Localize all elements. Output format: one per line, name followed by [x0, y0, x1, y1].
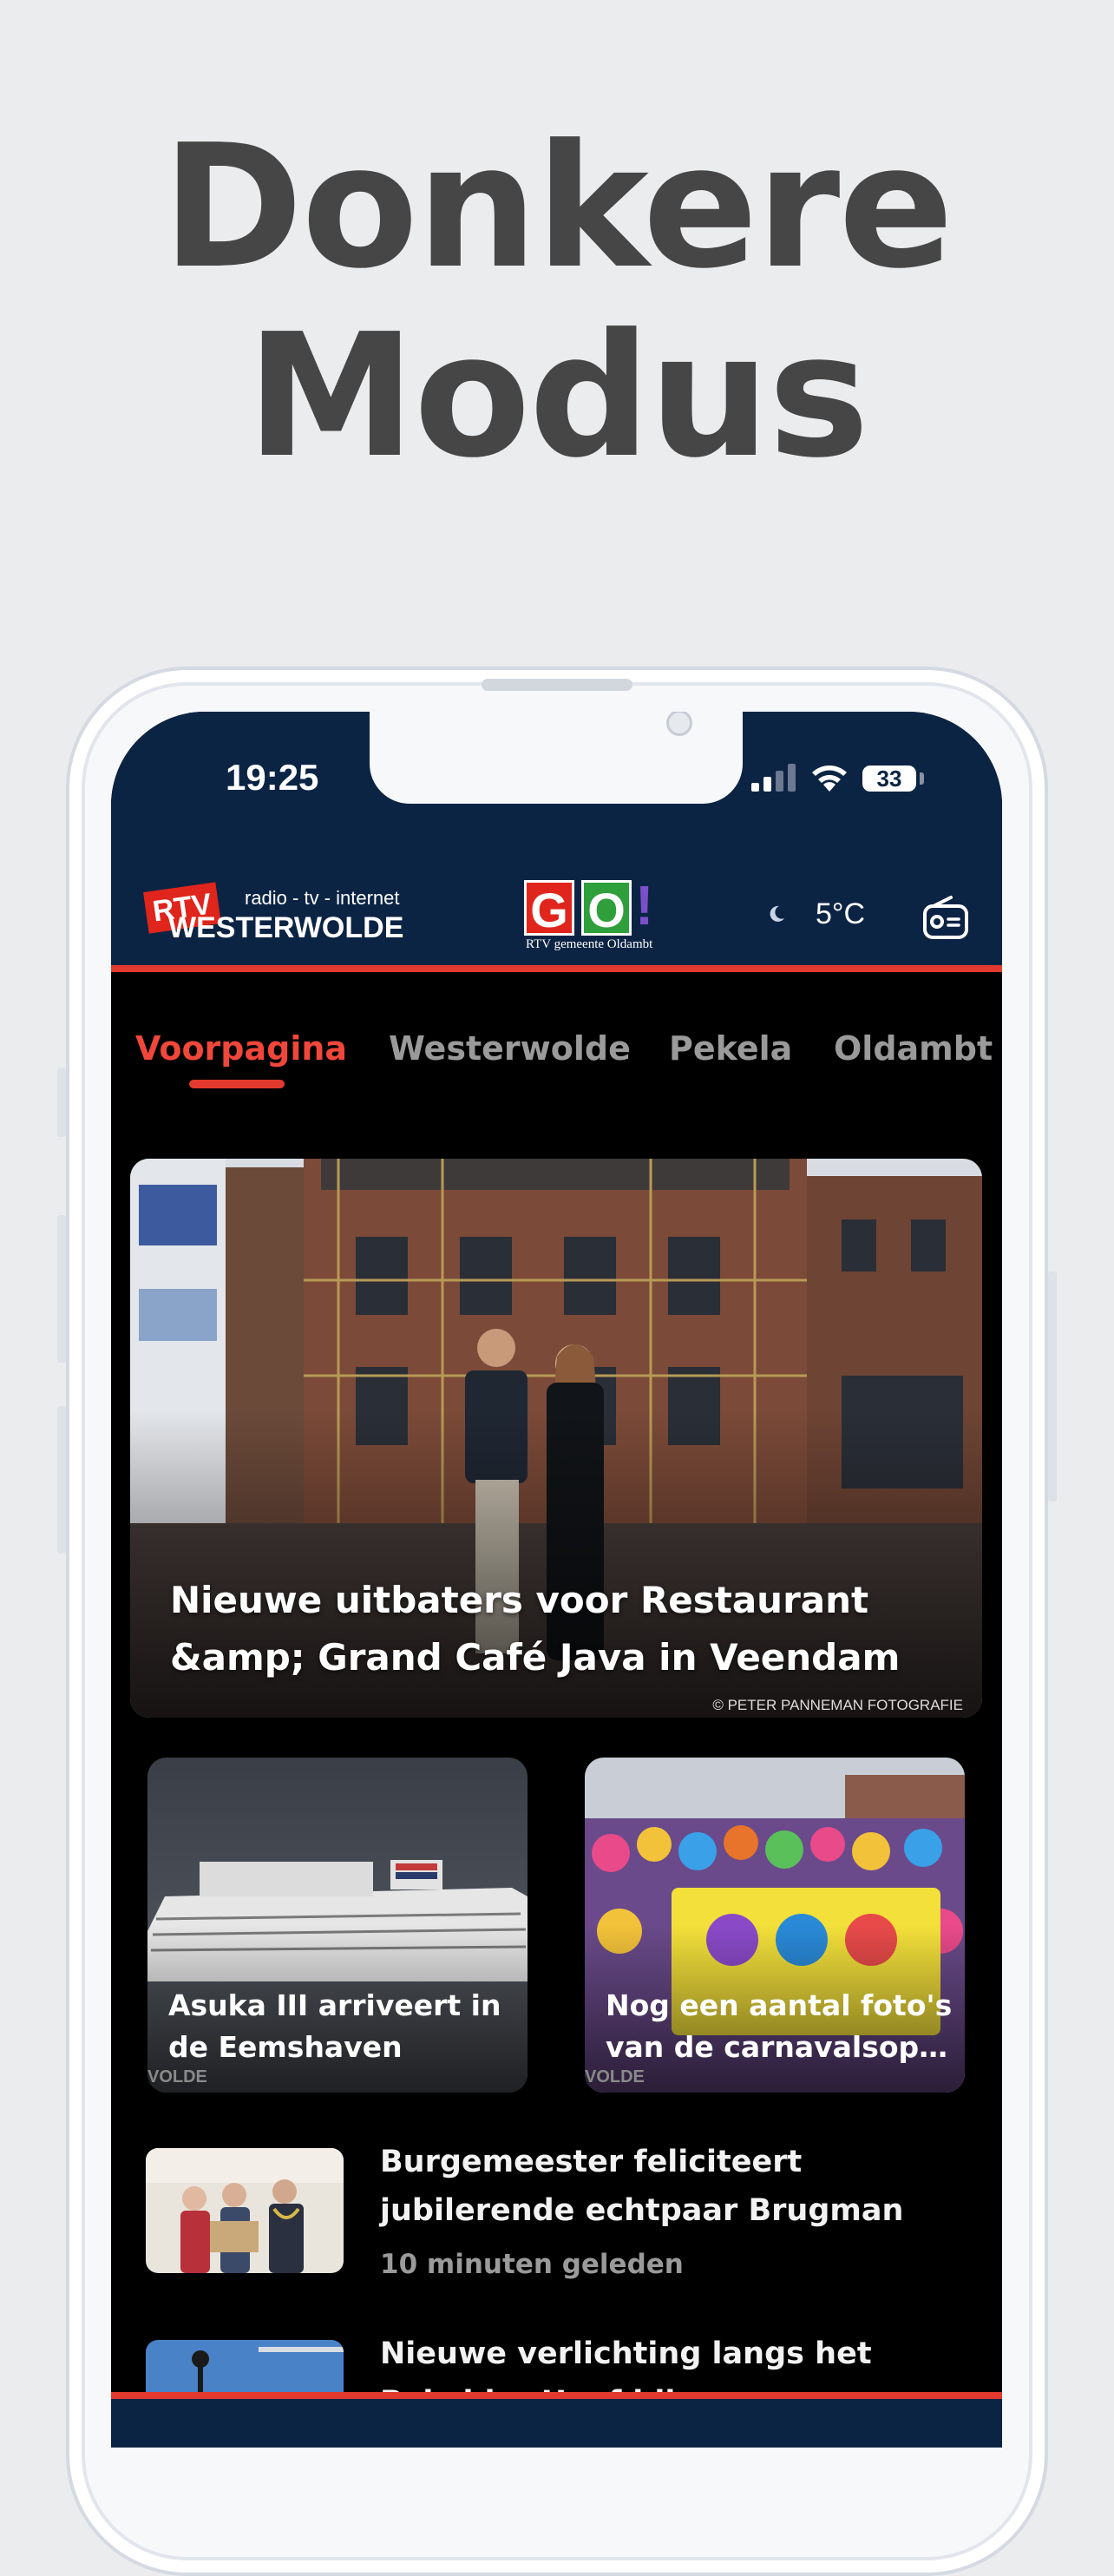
couple-photo: [146, 2148, 344, 2273]
phone-screen: 19:25 33 RTV radio - tv - internet WESTE…: [111, 712, 1002, 2448]
card-title: Nog een aantal foto's van de carnavalsop…: [606, 1985, 953, 2068]
tab-voorpagina[interactable]: Voorpagina: [135, 1029, 347, 1068]
card-title: Asuka III arriveert in de Eemshaven: [168, 1985, 515, 2068]
logo-tagline: radio - tv - internet: [245, 887, 400, 909]
bottom-tab-bar: [111, 2392, 1002, 2448]
tab-oldambt[interactable]: Oldambt: [834, 1029, 993, 1068]
app-header: RTV radio - tv - internet WESTERWOLDE G …: [111, 868, 1002, 972]
active-tab-indicator: [189, 1080, 285, 1088]
promo-title-line-2: Modus: [246, 298, 869, 496]
photo-credit: © PETER PANNEMAN FOTOGRAFIE: [712, 1697, 963, 1713]
list-item-title: Burgemeester feliciteert jubilerende ech…: [380, 2138, 970, 2235]
status-bar: 19:25 33: [111, 712, 1002, 868]
hero-title-line-2: &amp; Grand Café Java in Veendam: [170, 1636, 901, 1679]
watermark: VOLDE: [585, 2067, 645, 2086]
logo-go-subtitle: RTV gemeente Oldambt: [526, 937, 653, 951]
hero-title: Nieuwe uitbaters voor Restaurant &amp; G…: [170, 1572, 934, 1686]
status-time: 19:25: [226, 757, 319, 798]
watermark: VOLDE: [147, 2067, 207, 2086]
list-item-title-line-2: jubilerende echtpaar Brugman: [380, 2193, 904, 2228]
radio-icon[interactable]: [921, 894, 970, 943]
list-item-title-line-1: Nieuwe verlichting langs het: [380, 2336, 872, 2371]
phone-volume-down-button: [57, 1406, 66, 1554]
article-card[interactable]: Nog een aantal foto's van de carnavalsop…: [585, 1758, 965, 2093]
moon-icon: [770, 905, 784, 922]
tab-pekela[interactable]: Pekela: [669, 1029, 792, 1068]
logo-go-exclamation: !: [635, 874, 654, 936]
battery-tip: [920, 772, 924, 785]
tab-westerwolde[interactable]: Westerwolde: [389, 1029, 631, 1068]
phone-speaker: [482, 679, 632, 691]
promo-title-line-1: Donkere: [161, 108, 954, 306]
promo-title: Donkere Modus: [0, 113, 1114, 491]
hero-article[interactable]: Nieuwe uitbaters voor Restaurant &amp; G…: [130, 1159, 982, 1718]
temperature: 5°C: [816, 897, 866, 930]
notch: [370, 712, 743, 804]
phone-silent-switch: [57, 1068, 66, 1137]
card-title-line-2: de Eemshaven: [168, 2030, 403, 2064]
logo-go-g: G: [524, 880, 574, 937]
phone-power-button: [1048, 1272, 1057, 1502]
hero-title-line-1: Nieuwe uitbaters voor Restaurant: [170, 1579, 869, 1621]
card-title-line-1: Nog een aantal foto's: [606, 1988, 953, 2022]
list-item-time: 10 minuten geleden: [380, 2249, 684, 2280]
wifi-icon: [812, 766, 847, 792]
card-title-line-2: van de carnavalsoptocht: [606, 2030, 953, 2064]
front-camera: [666, 712, 692, 736]
cellular-signal-icon: [751, 764, 796, 792]
app-logo[interactable]: RTV radio - tv - internet WESTERWOLDE G …: [143, 868, 653, 965]
list-item[interactable]: Burgemeester feliciteert jubilerende ech…: [146, 2145, 979, 2287]
logo-name: WESTERWOLDE: [168, 911, 404, 944]
section-tabs: Voorpagina Westerwolde Pekela Oldambt: [111, 972, 1002, 1088]
phone-volume-up-button: [57, 1215, 66, 1363]
card-title-line-1: Asuka III arriveert in: [168, 1988, 501, 2022]
list-item-title-line-1: Burgemeester feliciteert: [380, 2145, 803, 2179]
article-card[interactable]: Asuka III arriveert in de Eemshaven VOLD…: [147, 1758, 528, 2093]
logo-go-o: O: [581, 880, 632, 937]
list-item-thumbnail: [146, 2148, 344, 2273]
battery-indicator: 33: [862, 766, 916, 792]
